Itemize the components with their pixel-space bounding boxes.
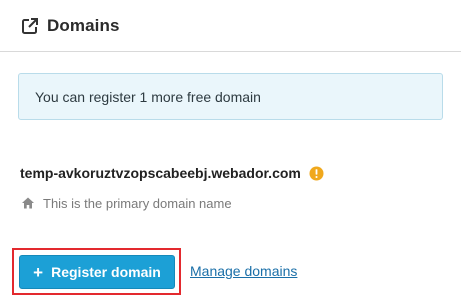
manage-domains-link[interactable]: Manage domains — [190, 263, 297, 279]
domain-row: temp-avkoruztvzopscabeebj.webador.com — [20, 163, 324, 183]
notice-text: You can register 1 more free domain — [35, 88, 261, 105]
home-icon — [21, 196, 35, 210]
panel-header: Domains — [0, 0, 461, 52]
register-domain-label: Register domain — [51, 264, 161, 280]
free-domain-notice: You can register 1 more free domain — [18, 73, 443, 120]
page-title: Domains — [47, 15, 120, 35]
plus-icon: + — [33, 262, 44, 282]
register-domain-button[interactable]: + Register domain — [19, 255, 175, 289]
exclamation-circle-icon[interactable] — [309, 166, 324, 181]
domains-panel: Domains You can register 1 more free dom… — [0, 0, 461, 308]
primary-domain-text: This is the primary domain name — [43, 195, 232, 211]
external-link-icon — [21, 17, 39, 35]
primary-domain-note: This is the primary domain name — [21, 194, 232, 212]
domain-name: temp-avkoruztvzopscabeebj.webador.com — [20, 165, 301, 181]
